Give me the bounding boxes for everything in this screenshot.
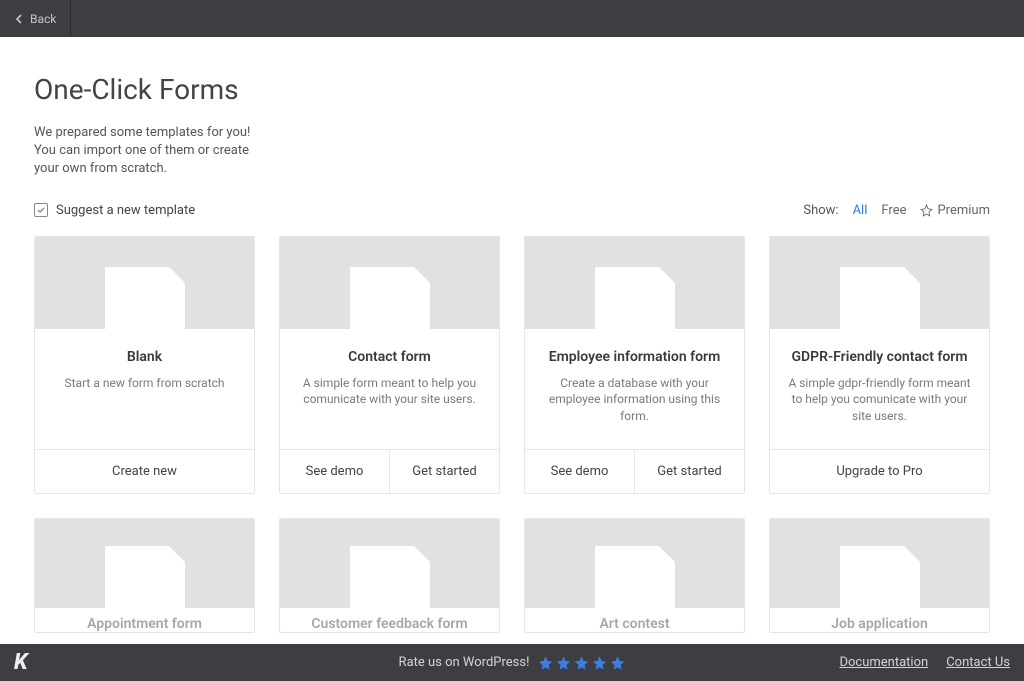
create-new-button[interactable]: Create new — [35, 450, 254, 493]
template-card-gdpr: GDPR-Friendly contact form A simple gdpr… — [769, 236, 990, 494]
get-started-button[interactable]: Get started — [389, 450, 499, 493]
card-title: GDPR-Friendly contact form — [784, 349, 975, 365]
rate-label: Rate us on WordPress! — [399, 655, 530, 670]
card-title: Job application — [770, 608, 989, 632]
card-thumb — [35, 237, 254, 329]
card-desc: A simple form meant to help you comunica… — [294, 375, 485, 409]
card-desc: Create a database with your employee inf… — [539, 375, 730, 425]
card-body: Employee information form Create a datab… — [525, 329, 744, 449]
template-card-art-contest: Art contest — [524, 518, 745, 633]
template-card-employee: Employee information form Create a datab… — [524, 236, 745, 494]
card-thumb — [770, 519, 989, 608]
card-desc: A simple gdpr-friendly form meant to hel… — [784, 375, 975, 425]
get-started-button[interactable]: Get started — [634, 450, 744, 493]
template-card-feedback: Customer feedback form — [279, 518, 500, 633]
back-label: Back — [30, 12, 56, 26]
document-icon — [840, 267, 920, 329]
card-thumb — [280, 519, 499, 608]
footer: K Rate us on WordPress! Documentation Co… — [0, 644, 1024, 681]
suggest-icon — [34, 203, 48, 217]
star-icon — [609, 655, 625, 671]
document-icon — [350, 267, 430, 329]
footer-left: K — [14, 650, 28, 675]
toolbar: Suggest a new template Show: All Free Pr… — [34, 203, 990, 218]
filter-premium[interactable]: Premium — [920, 203, 990, 218]
page-subtitle: We prepared some templates for you! You … — [34, 124, 264, 179]
template-card-blank: Blank Start a new form from scratch Crea… — [34, 236, 255, 494]
star-icon — [555, 655, 571, 671]
card-body: Blank Start a new form from scratch — [35, 329, 254, 449]
topbar: Back — [0, 0, 1024, 37]
card-title: Contact form — [294, 349, 485, 365]
card-title: Blank — [49, 349, 240, 365]
document-icon — [105, 267, 185, 329]
footer-right: Documentation Contact Us — [839, 655, 1010, 670]
filter-premium-label: Premium — [937, 203, 990, 218]
card-thumb — [525, 519, 744, 608]
card-actions: Upgrade to Pro — [770, 449, 989, 493]
page-title: One-Click Forms — [34, 73, 990, 106]
suggest-label: Suggest a new template — [56, 203, 195, 218]
template-card-appointment: Appointment form — [34, 518, 255, 633]
card-thumb — [525, 237, 744, 329]
document-icon — [840, 546, 920, 608]
document-icon — [595, 546, 675, 608]
card-title: Employee information form — [539, 349, 730, 365]
card-actions: See demo Get started — [280, 449, 499, 493]
card-actions: Create new — [35, 449, 254, 493]
filter-all[interactable]: All — [853, 203, 868, 218]
suggest-template-link[interactable]: Suggest a new template — [34, 203, 195, 218]
star-icon — [573, 655, 589, 671]
card-actions: See demo Get started — [525, 449, 744, 493]
card-body: GDPR-Friendly contact form A simple gdpr… — [770, 329, 989, 449]
back-button[interactable]: Back — [0, 0, 71, 37]
see-demo-button[interactable]: See demo — [280, 450, 389, 493]
card-body: Contact form A simple form meant to help… — [280, 329, 499, 449]
card-title: Customer feedback form — [280, 608, 499, 632]
footer-center: Rate us on WordPress! — [399, 655, 626, 671]
brand-logo: K — [14, 650, 28, 675]
contact-us-link[interactable]: Contact Us — [946, 655, 1010, 670]
documentation-link[interactable]: Documentation — [839, 655, 928, 670]
document-icon — [350, 546, 430, 608]
star-icon — [920, 204, 933, 217]
document-icon — [105, 546, 185, 608]
upgrade-to-pro-button[interactable]: Upgrade to Pro — [770, 450, 989, 493]
rating-stars[interactable] — [537, 655, 625, 671]
template-card-job-application: Job application — [769, 518, 990, 633]
card-title: Art contest — [525, 608, 744, 632]
main-content: One-Click Forms We prepared some templat… — [0, 37, 1024, 644]
filter-label: Show: — [803, 203, 838, 218]
card-thumb — [770, 237, 989, 329]
document-icon — [595, 267, 675, 329]
filter-free[interactable]: Free — [881, 203, 906, 218]
card-thumb — [35, 519, 254, 608]
star-icon — [537, 655, 553, 671]
card-title: Appointment form — [35, 608, 254, 632]
card-desc: Start a new form from scratch — [49, 375, 240, 392]
star-icon — [591, 655, 607, 671]
card-thumb — [280, 237, 499, 329]
template-card-contact: Contact form A simple form meant to help… — [279, 236, 500, 494]
chevron-left-icon — [14, 14, 24, 24]
filter-group: Show: All Free Premium — [803, 203, 990, 218]
template-grid: Blank Start a new form from scratch Crea… — [34, 236, 990, 633]
see-demo-button[interactable]: See demo — [525, 450, 634, 493]
